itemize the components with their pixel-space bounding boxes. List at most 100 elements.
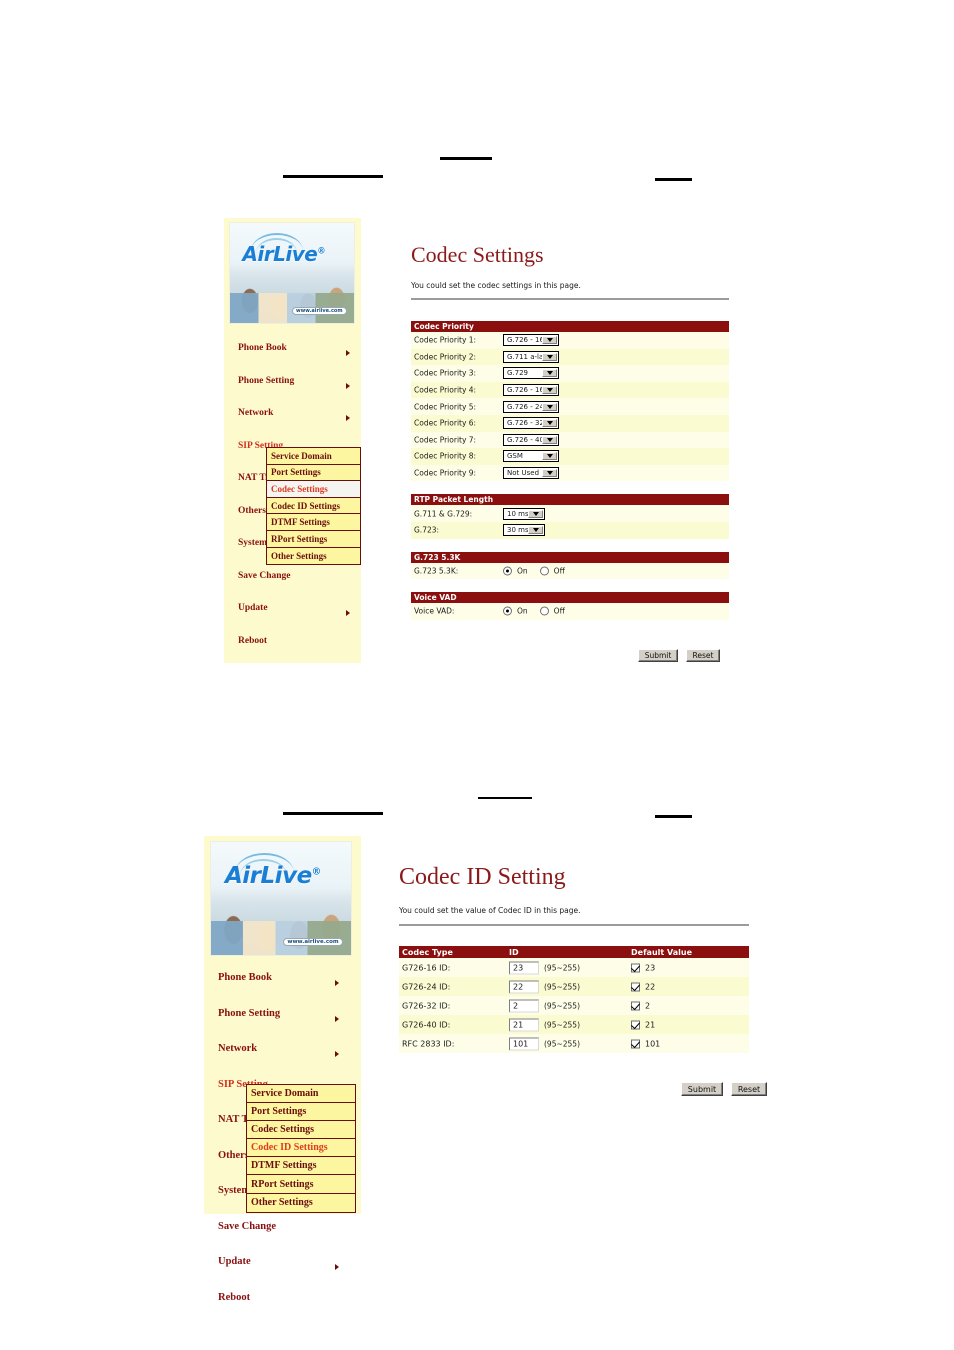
g723-53k-off-label: Off (553, 566, 565, 576)
table-row: G726-24 ID: 22 (95~255) 22 (399, 977, 749, 996)
submenu-item-codec-settings[interactable]: Codec Settings (247, 1121, 355, 1140)
submit-button-2[interactable]: Submit (681, 1082, 723, 1096)
rtp-length-label-1: G.711 & G.729: (414, 509, 473, 519)
codec-priority-label-8: Codec Priority 8: (414, 451, 477, 461)
codec-priority-select-7-value: G.726 - 40 (507, 435, 544, 444)
submenu-item-port-settings[interactable]: Port Settings (247, 1103, 355, 1122)
chevron-right-icon-update (335, 1264, 339, 1270)
sip-setting-submenu: Service Domain Port Settings Codec Setting… (266, 447, 361, 566)
codec-priority-select-5[interactable]: G.726 - 24 (503, 400, 559, 413)
codec-id-input-5[interactable]: 101 (509, 1037, 539, 1050)
default-value-label-2: 22 (645, 982, 656, 991)
form-buttons-2: Submit Reset (681, 1082, 767, 1096)
sidebar-item-others[interactable]: Others (218, 1150, 249, 1161)
chevron-down-icon[interactable] (542, 369, 557, 378)
chevron-down-icon[interactable] (542, 352, 557, 361)
codec-id-range-2: (95~255) (544, 982, 580, 991)
default-value-checkbox-2[interactable] (631, 982, 640, 991)
codec-id-range-4: (95~255) (544, 1020, 580, 1029)
screenshot-codec-settings: AirLive® www.airlive.com Phone Book Phone… (224, 218, 734, 663)
page-description: You could set the codec settings in this… (411, 281, 581, 290)
table-row: Codec Priority 5: G.726 - 24 (411, 398, 729, 415)
chevron-down-icon[interactable] (528, 526, 543, 535)
codec-id-input-3[interactable]: 2 (509, 999, 539, 1012)
chevron-down-icon[interactable] (542, 452, 557, 461)
table-row: Codec Priority 4: G.726 - 16 (411, 381, 729, 399)
sidebar-item-phone-book[interactable]: Phone Book (238, 343, 287, 353)
default-value-checkbox-3[interactable] (631, 1001, 640, 1010)
chevron-right-icon-phone-setting (335, 1015, 339, 1022)
sidebar-item-network[interactable]: Network (238, 408, 273, 418)
redaction-bar-1 (283, 175, 383, 178)
submenu-item-port-settings[interactable]: Port Settings (267, 465, 360, 482)
sidebar-item-network[interactable]: Network (218, 1043, 257, 1054)
codec-priority-select-3[interactable]: G.729 (503, 367, 559, 380)
sidebar-item-save-change[interactable]: Save Change (218, 1221, 276, 1232)
sidebar-item-update[interactable]: Update (238, 603, 268, 613)
sidebar-item-reboot[interactable]: Reboot (238, 636, 267, 646)
logo-wordmark: AirLive® (242, 242, 325, 266)
codec-priority-select-9[interactable]: Not Used (503, 467, 559, 480)
g723-53k-radio-off[interactable] (539, 566, 549, 576)
chevron-down-icon[interactable] (542, 336, 557, 345)
submenu-item-codec-settings[interactable]: Codec Settings (267, 481, 360, 498)
voice-vad-radio-on[interactable] (503, 606, 512, 616)
codec-priority-select-9-value: Not Used (507, 469, 540, 478)
table-row: Codec Priority 7: G.726 - 40 (411, 431, 729, 449)
sidebar-2: AirLive® www.airlive.com Phone Book Phone… (204, 836, 361, 1303)
codec-priority-label-3: Codec Priority 3: (414, 368, 477, 378)
submenu-item-service-domain[interactable]: Service Domain (247, 1085, 355, 1104)
default-value-checkbox-1[interactable] (631, 963, 640, 972)
default-value-checkbox-4[interactable] (631, 1020, 640, 1029)
default-value-label-4: 21 (645, 1020, 656, 1029)
submenu-item-other-settings[interactable]: Other Settings (267, 548, 360, 565)
chevron-right-icon-phone-setting (346, 382, 350, 389)
codec-id-input-1[interactable]: 23 (509, 961, 539, 974)
submit-button[interactable]: Submit (638, 649, 678, 662)
codec-priority-select-8[interactable]: GSM (503, 450, 559, 463)
codec-priority-select-4[interactable]: G.726 - 16 (503, 384, 559, 397)
sidebar-item-phone-book[interactable]: Phone Book (218, 972, 272, 983)
submenu-item-codec-id-settings[interactable]: Codec ID Settings (267, 498, 360, 515)
sidebar-item-save-change[interactable]: Save Change (238, 571, 291, 581)
submenu-item-other-settings[interactable]: Other Settings (247, 1194, 355, 1212)
codec-priority-select-2[interactable]: G.711 a-law (503, 350, 559, 363)
page-title-2: Codec ID Setting (399, 864, 566, 890)
voice-vad-radio-off[interactable] (539, 606, 549, 616)
codec-id-input-2[interactable]: 22 (509, 980, 539, 993)
submenu-item-rport-settings[interactable]: RPort Settings (267, 531, 360, 548)
g723-53k-label: G.723 5.3K: (414, 566, 459, 576)
chevron-down-icon[interactable] (542, 402, 557, 411)
chevron-down-icon[interactable] (528, 509, 543, 518)
codec-priority-select-1[interactable]: G.726 - 16 (503, 334, 559, 347)
chevron-down-icon[interactable] (542, 469, 557, 478)
reset-button-2[interactable]: Reset (731, 1082, 767, 1096)
chevron-down-icon[interactable] (542, 435, 557, 444)
submenu-item-codec-id-settings[interactable]: Codec ID Settings (247, 1139, 355, 1158)
rtp-length-select-1[interactable]: 10 ms (503, 507, 545, 520)
table-row: Codec Priority 1: G.726 - 16 (411, 332, 729, 349)
codec-priority-select-6[interactable]: G.726 - 32 (503, 417, 559, 430)
g723-53k-radio-on[interactable] (503, 566, 512, 576)
sidebar-item-update[interactable]: Update (218, 1256, 251, 1267)
reset-button[interactable]: Reset (686, 649, 720, 662)
chevron-down-icon[interactable] (542, 419, 557, 428)
sidebar-item-reboot[interactable]: Reboot (218, 1292, 250, 1303)
chevron-down-icon[interactable] (542, 386, 557, 395)
codec-id-input-4[interactable]: 21 (509, 1018, 539, 1031)
table-row: Codec Priority 2: G.711 a-law (411, 348, 729, 366)
codec-priority-select-7[interactable]: G.726 - 40 (503, 433, 559, 446)
sidebar-item-phone-setting[interactable]: Phone Setting (238, 376, 294, 386)
submenu-item-service-domain[interactable]: Service Domain (267, 448, 360, 465)
submenu-item-rport-settings[interactable]: RPort Settings (247, 1175, 355, 1194)
rtp-length-label-2: G.723: (414, 525, 440, 535)
submenu-item-dtmf-settings[interactable]: DTMF Settings (247, 1157, 355, 1176)
section-header-g723-53k: G.723 5.3K (411, 551, 729, 563)
codec-type-label-1: G726-16 ID: (402, 963, 451, 972)
sidebar-item-others[interactable]: Others (238, 506, 266, 516)
submenu-item-dtmf-settings[interactable]: DTMF Settings (267, 514, 360, 531)
default-value-checkbox-5[interactable] (631, 1039, 640, 1048)
sip-setting-submenu: Service Domain Port Settings Codec Setting… (246, 1084, 356, 1213)
sidebar-item-phone-setting[interactable]: Phone Setting (218, 1008, 280, 1019)
rtp-length-select-2[interactable]: 30 ms (503, 524, 545, 537)
